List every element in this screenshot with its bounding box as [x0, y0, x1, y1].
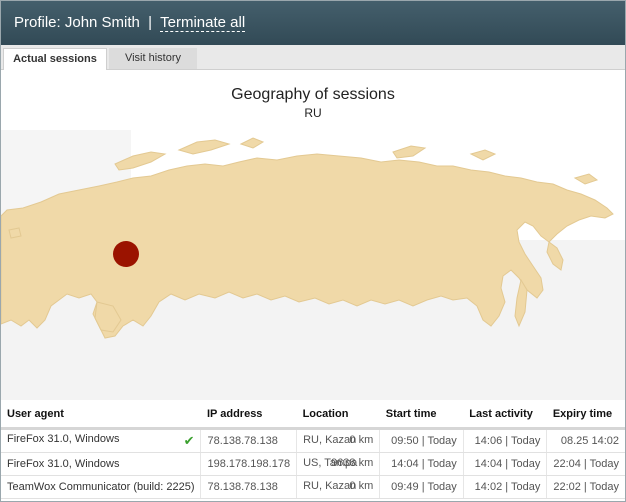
country-map: [1, 130, 625, 400]
ip-cell: 78.138.78.138: [200, 475, 297, 499]
last-activity-cell: 14:02 | Today: [462, 475, 547, 499]
session-location-marker[interactable]: [113, 241, 139, 267]
start-time-cell: 14:04 | Today: [379, 452, 464, 476]
tab-visit-history[interactable]: Visit history: [109, 48, 197, 69]
location-cell: RU, Kazan 0 km: [296, 428, 380, 453]
column-user-agent[interactable]: User agent: [1, 401, 201, 430]
column-expiry-time[interactable]: Expiry time: [546, 401, 625, 430]
map-title: Geography of sessions: [231, 86, 395, 103]
start-time-cell: 09:50 | Today: [379, 428, 464, 453]
user-agent-text: FireFox 31.0, Windows: [7, 433, 120, 445]
current-session-check-icon: ✔: [183, 433, 195, 448]
sessions-window: Profile: John Smith | Terminate all Actu…: [0, 0, 626, 502]
last-activity-cell: 14:04 | Today: [462, 452, 547, 476]
location-cell: US, Tampa 9638 km: [296, 452, 380, 476]
column-start-time[interactable]: Start time: [379, 401, 464, 430]
user-agent-cell: FireFox 31.0, Windows: [1, 452, 201, 476]
start-time-cell: 09:49 | Today: [379, 475, 464, 499]
location-distance: 0 km: [349, 480, 374, 492]
geography-map-panel: Geography of sessions RU: [1, 70, 625, 400]
column-ip-address[interactable]: IP address: [200, 401, 297, 430]
table-header-row: User agent IP address Location Start tim…: [1, 401, 625, 430]
table-row[interactable]: FireFox 31.0, Windows 198.178.198.178 US…: [1, 452, 625, 476]
western-exclave: [8, 227, 22, 239]
expiry-time-cell: 22:02 | Today: [546, 475, 625, 499]
table-row[interactable]: FireFox 31.0, Windows ✔ 78.138.78.138 RU…: [1, 428, 625, 453]
expiry-time-cell: 22:04 | Today: [546, 452, 625, 476]
profile-name: Profile: John Smith: [14, 14, 140, 31]
location-cell: RU, Kazan 0 km: [296, 475, 380, 499]
header-separator: |: [148, 14, 152, 31]
header-title: Profile: John Smith | Terminate all: [14, 1, 246, 45]
location-distance: 9638 km: [331, 457, 374, 469]
expiry-time-cell: 08.25 14:02: [546, 428, 625, 453]
table-row[interactable]: TeamWox Communicator (build: 2225) 78.13…: [1, 475, 625, 499]
location-distance: 0 km: [349, 434, 374, 446]
column-last-activity[interactable]: Last activity: [463, 401, 547, 430]
sessions-table: User agent IP address Location Start tim…: [1, 401, 625, 499]
location-city: RU, Kazan: [303, 480, 357, 492]
user-agent-cell: TeamWox Communicator (build: 2225): [1, 475, 201, 499]
tabs-bar: Actual sessions Visit history: [1, 45, 625, 71]
ip-cell: 198.178.198.178: [200, 452, 297, 476]
column-location[interactable]: Location: [296, 401, 380, 430]
location-city: RU, Kazan: [303, 434, 357, 446]
last-activity-cell: 14:06 | Today: [462, 428, 547, 453]
ip-cell: 78.138.78.138: [200, 428, 297, 453]
user-agent-cell: FireFox 31.0, Windows ✔: [1, 428, 201, 453]
map-subtitle: RU: [304, 106, 322, 120]
profile-header: Profile: John Smith | Terminate all: [1, 1, 625, 45]
terminate-all-link[interactable]: Terminate all: [160, 15, 246, 32]
tab-actual-sessions[interactable]: Actual sessions: [3, 48, 107, 71]
